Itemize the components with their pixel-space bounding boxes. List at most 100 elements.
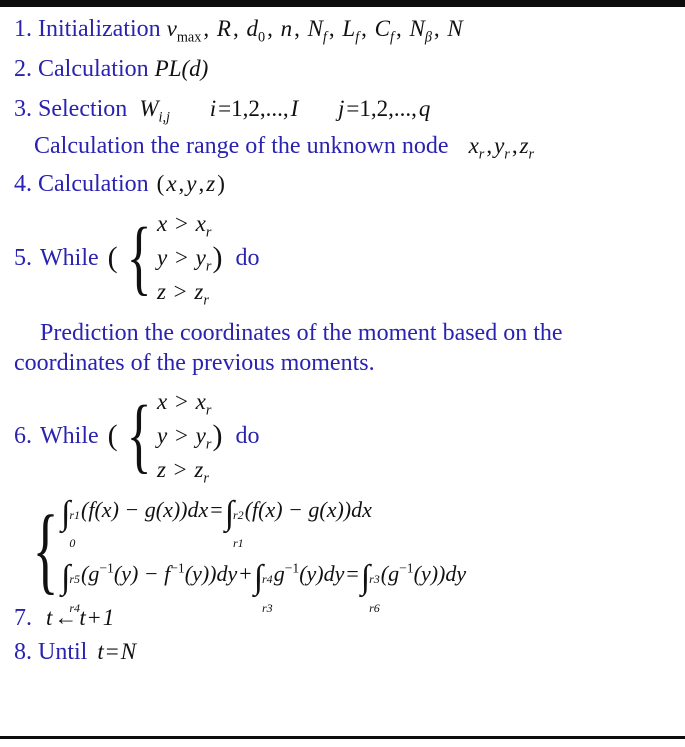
condition-lhs: z bbox=[156, 279, 166, 304]
limit-upper: r3 bbox=[369, 572, 380, 586]
condition-rhs: x bbox=[195, 389, 206, 414]
plus-sign: + bbox=[87, 605, 101, 630]
algorithm-step-6: 6. While ( { x > xr y > yr z > zr) do bbox=[14, 384, 675, 488]
index-i-end: I bbox=[290, 96, 299, 121]
coord-x: x bbox=[468, 133, 479, 158]
condition-system: { x > xr y > yr z > zr bbox=[119, 207, 211, 309]
condition-list: x > xr y > yr z > zr bbox=[155, 207, 211, 309]
var-R: R bbox=[216, 16, 231, 41]
matrix-W: Wi,j bbox=[139, 96, 175, 125]
algorithm-body: 1. Initialization vmax, R, d0, n, Nf, Lf… bbox=[0, 7, 685, 732]
prediction-paragraph: Prediction the coordinates of the moment… bbox=[14, 318, 674, 378]
step-keyword: While bbox=[40, 244, 99, 271]
algorithm-step-3-continuation: Calculation the range of the unknown nod… bbox=[14, 133, 675, 162]
var-N: N bbox=[447, 16, 463, 41]
bottom-rule bbox=[0, 736, 685, 739]
var-d-sub: 0 bbox=[257, 29, 266, 46]
algorithm-step-5: 5. While ( { x > xr y > yr z > zr) do bbox=[14, 206, 675, 310]
integral-equation-2: ∫ r5 r4 (g−1(y) − f−1(y))dy+∫ r4 r3 g−1(y)dy=∫… bbox=[61, 550, 466, 614]
integrand-part: (y))dy bbox=[184, 561, 238, 586]
prediction-line-1: Prediction the coordinates of the moment… bbox=[40, 320, 528, 346]
step-keyword: Selection bbox=[38, 96, 128, 122]
step-number: 2. bbox=[14, 56, 32, 82]
do-keyword: do bbox=[235, 422, 260, 449]
range-text: Calculation the range of the unknown nod… bbox=[34, 133, 449, 159]
condition-rhs-sub: r bbox=[205, 402, 212, 419]
condition-operator: > bbox=[173, 279, 187, 304]
var-Nbeta: N bbox=[409, 16, 425, 41]
var-v-sub: max bbox=[176, 29, 202, 46]
index-range-i: i=1,2,...,I bbox=[210, 96, 304, 121]
left-brace-icon: { bbox=[126, 388, 152, 482]
condition-row: y > yr bbox=[157, 419, 211, 453]
comma: , bbox=[178, 171, 185, 196]
condition-row: z > zr bbox=[157, 453, 211, 487]
step-keyword: While bbox=[40, 422, 99, 449]
step-1-math: vmax, R, d0, n, Nf, Lf, Cf, Nβ, N bbox=[167, 16, 463, 45]
comma: , bbox=[203, 16, 210, 41]
condition-operator: > bbox=[174, 423, 188, 448]
condition-system: { x > xr y > yr z > zr bbox=[119, 385, 211, 487]
step-number: 4. bbox=[14, 171, 32, 197]
integral-limits: r2 r1 bbox=[233, 509, 244, 550]
condition-operator: > bbox=[173, 457, 187, 482]
step-number: 3. bbox=[14, 96, 32, 122]
limit-upper: r5 bbox=[69, 572, 81, 586]
condition-operator: > bbox=[174, 389, 188, 414]
integrand-2: (f(x) − g(x))dx bbox=[244, 496, 372, 522]
paren-open: ( bbox=[107, 241, 118, 274]
inverse-exponent: −1 bbox=[99, 560, 114, 576]
condition-list: x > xr y > yr z > zr bbox=[155, 385, 211, 487]
step-number: 6. bbox=[14, 422, 32, 449]
step-8-condition: t=N bbox=[97, 639, 136, 664]
paren-close: ) bbox=[217, 171, 225, 196]
inverse-exponent: −1 bbox=[399, 560, 414, 576]
algorithm-step-1: 1. Initialization vmax, R, d0, n, Nf, Lf… bbox=[14, 16, 675, 45]
integral-equation-1: ∫ r1 0 (f(x) − g(x))dx=∫ r2 r1 (f(x) − g(x))dx bbox=[61, 486, 466, 550]
step-keyword: Initialization bbox=[38, 16, 161, 42]
integral-equation-system: { ∫ r1 0 (f(x) − g(x))dx=∫ r2 r1 (f(x) − g(x))… bbox=[22, 495, 675, 614]
algorithm-step-4: 4. Calculation (x,y,z) bbox=[14, 172, 675, 196]
integral-lines: ∫ r1 0 (f(x) − g(x))dx=∫ r2 r1 (f(x) − g(x))dx… bbox=[61, 486, 466, 614]
var-n: n bbox=[280, 16, 293, 41]
algorithm-block: 1. Initialization vmax, R, d0, n, Nf, Lf… bbox=[0, 0, 685, 747]
condition-row: z > zr bbox=[157, 275, 211, 309]
left-brace-icon: { bbox=[32, 495, 59, 604]
limit-lower: r1 bbox=[233, 536, 244, 551]
step-4-coords: (x,y,z) bbox=[155, 171, 227, 196]
coord-z-sub: r bbox=[528, 146, 535, 163]
comma: , bbox=[232, 16, 239, 41]
condition-operator: > bbox=[174, 245, 188, 270]
step-2-pl: PL bbox=[154, 56, 182, 81]
comma: , bbox=[395, 16, 402, 41]
condition-lhs: y bbox=[156, 245, 168, 270]
step-keyword: Until bbox=[38, 639, 88, 665]
paren-close: ) bbox=[212, 241, 223, 274]
unknown-node-coords: xr,yr,zr bbox=[468, 133, 535, 162]
plus-sign: + bbox=[239, 561, 252, 586]
comma: , bbox=[198, 171, 205, 196]
integrand-part: g bbox=[273, 561, 285, 586]
integrand-part: (g bbox=[380, 561, 400, 586]
var-d: d bbox=[246, 16, 258, 41]
step-7-assignment: t←t+1 bbox=[46, 605, 114, 630]
limit-upper: r2 bbox=[233, 507, 244, 522]
assignment-arrow-icon: ← bbox=[54, 605, 78, 630]
step-number: 7. bbox=[14, 605, 32, 631]
comma: , bbox=[328, 16, 335, 41]
algorithm-step-3: 3. Selection Wi,j i=1,2,...,I j=1,2,...,… bbox=[14, 96, 675, 125]
comma: , bbox=[267, 16, 273, 41]
comma: , bbox=[486, 133, 493, 158]
integrand-part: (g bbox=[81, 561, 100, 586]
coord-y: y bbox=[186, 171, 197, 196]
index-j-end: q bbox=[418, 96, 431, 121]
step-number: 8. bbox=[14, 639, 32, 665]
condition-lhs: x bbox=[156, 389, 168, 414]
coord-x: x bbox=[166, 171, 177, 196]
integrand-1: (f(x) − g(x))dx bbox=[81, 496, 209, 522]
var-Cf: C bbox=[374, 16, 390, 41]
coord-y: y bbox=[494, 133, 505, 158]
comma: , bbox=[361, 16, 367, 41]
integral-limits: r1 0 bbox=[69, 509, 80, 550]
var-Nbeta-sub: β bbox=[424, 29, 432, 46]
